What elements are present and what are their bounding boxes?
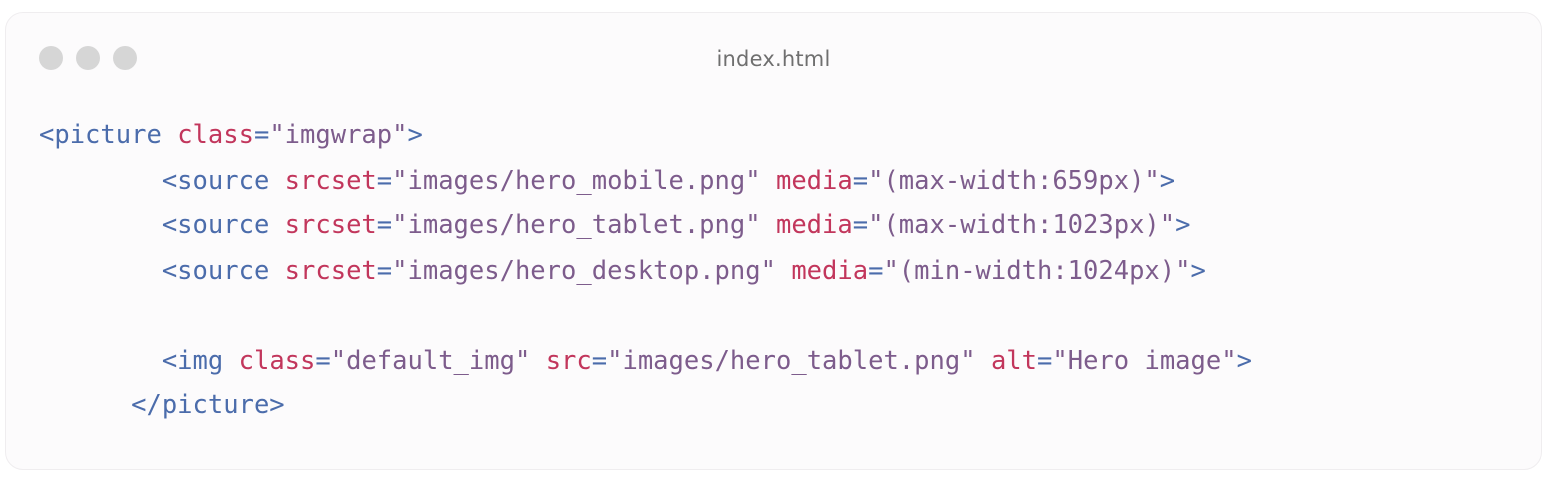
code-token-attr: media (791, 256, 869, 286)
code-token-attr: media (775, 210, 853, 240)
code-token-str: "(max-width:659px)" (868, 166, 1160, 196)
code-window: index.html <picture class="imgwrap"> <so… (5, 12, 1542, 470)
code-token-attr: class (177, 120, 254, 150)
code-token-str: "images/hero_desktop.png" (392, 256, 776, 286)
code-token-attr: class (238, 346, 316, 376)
code-token-str: "imgwrap" (269, 120, 408, 150)
code-line: <img class="default_img" src="images/her… (39, 339, 1252, 384)
code-token-tag: <source (161, 166, 270, 196)
code-token-str: "images/hero_tablet.png" (607, 346, 976, 376)
code-token-eq: = (376, 166, 393, 196)
code-token-str: "(max-width:1023px)" (868, 210, 1176, 240)
code-token-attr: srcset (284, 210, 377, 240)
code-line: <source srcset="images/hero_desktop.png"… (39, 249, 1206, 294)
code-token-tag: > (407, 120, 423, 150)
code-token-attr: srcset (284, 256, 377, 286)
code-token-eq: = (591, 346, 608, 376)
code-token-tag: <source (161, 256, 270, 286)
code-token-tag: <picture (39, 120, 162, 150)
code-token-tag: > (1159, 166, 1176, 196)
code-token-str: "(min-width:1024px)" (883, 256, 1191, 286)
code-line: <picture class="imgwrap"> (39, 113, 423, 158)
code-line: <source srcset="images/hero_tablet.png" … (39, 203, 1191, 248)
code-token-eq: = (852, 166, 869, 196)
code-token-tag: > (1236, 346, 1252, 376)
code-token-eq: = (253, 120, 270, 150)
code-token-eq: = (376, 210, 393, 240)
code-line: <source srcset="images/hero_mobile.png" … (39, 159, 1175, 204)
code-token-tag: </picture> (131, 390, 285, 420)
window-titlebar: index.html (6, 13, 1541, 103)
code-token-eq: = (1037, 346, 1053, 376)
code-token-attr: alt (990, 346, 1037, 376)
code-token-eq: = (868, 256, 884, 286)
code-token-tag: > (1175, 210, 1191, 240)
code-token-tag: <source (161, 210, 270, 240)
code-token-str: "default_img" (330, 346, 531, 376)
code-token-attr: media (775, 166, 853, 196)
file-name: index.html (716, 47, 831, 71)
code-token-eq: = (852, 210, 869, 240)
code-token-eq: = (315, 346, 331, 376)
code-token-tag: <img (161, 346, 224, 376)
code-token-eq: = (376, 256, 393, 286)
code-line: </picture> (39, 383, 285, 428)
code-token-str: "images/hero_mobile.png" (392, 166, 761, 196)
code-token-str: "images/hero_tablet.png" (392, 210, 761, 240)
code-token-tag: > (1190, 256, 1206, 286)
code-token-str: "Hero image" (1052, 346, 1237, 376)
code-token-attr: srcset (284, 166, 377, 196)
code-token-attr: src (545, 346, 592, 376)
